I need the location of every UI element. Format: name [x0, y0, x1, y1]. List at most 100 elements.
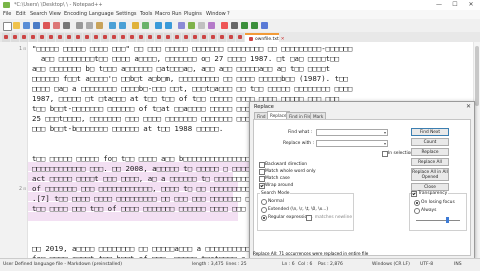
tab-file[interactable]	[137, 33, 145, 42]
menu-settings[interactable]: Settings	[116, 11, 137, 17]
find-next-button[interactable]: Find Next	[411, 128, 449, 136]
undo-icon[interactable]	[109, 22, 116, 29]
find-what-input[interactable]: ▾	[316, 129, 388, 136]
file-icon	[121, 34, 125, 39]
tab-file[interactable]	[209, 33, 217, 42]
tab-file[interactable]	[20, 33, 28, 42]
run-macro-multiple-icon[interactable]	[251, 22, 258, 29]
tab-file[interactable]	[164, 33, 172, 42]
replace-with-input[interactable]: ▾	[316, 140, 388, 147]
file-icon	[13, 34, 17, 39]
close-button[interactable]: Close	[411, 183, 449, 191]
save-macro-icon[interactable]	[261, 22, 268, 29]
menu-search[interactable]: Search	[30, 11, 47, 17]
menu-run[interactable]: Run	[172, 11, 182, 17]
tab-file[interactable]	[47, 33, 55, 42]
fold-marker-icon[interactable]: ⊟	[23, 186, 26, 191]
count-button[interactable]: Count	[411, 138, 449, 146]
cut-icon[interactable]	[76, 22, 83, 29]
code-line[interactable]: □□□ b□□t-b□□□□□□□ □□□□□□ at t□□ 1988 □□□…	[32, 124, 223, 134]
tab-file[interactable]	[173, 33, 181, 42]
code-line[interactable]: a□□ □□□□□□□ b□ t□□□ a□□□□□□ □at□□□a□, a□…	[32, 64, 330, 74]
indent-guide-icon[interactable]	[208, 22, 215, 29]
tab-file[interactable]	[38, 33, 46, 42]
regex-mode-radio[interactable]	[261, 215, 267, 221]
menu-tools[interactable]: Tools	[140, 11, 152, 17]
wrap-around-label: Wrap around	[265, 183, 294, 188]
tab-file[interactable]	[101, 33, 109, 42]
scrollbar-thumb[interactable]	[475, 46, 479, 106]
close-all-icon[interactable]	[53, 22, 60, 29]
tab-file[interactable]	[155, 33, 163, 42]
code-line[interactable]: □□□□ □a□ a □□□□□□□□ □□□□b□-□□□ □□t, □□□t…	[32, 84, 352, 94]
tab-file[interactable]	[119, 33, 127, 42]
dialog-close-icon[interactable]: ✕	[466, 103, 471, 110]
on-losing-focus-radio[interactable]	[414, 200, 420, 206]
code-line[interactable]: a□□ □□□□□□□□t□□ □□□□ a□□□□, □□□□□□□ o□ 2…	[32, 54, 339, 64]
menu-view[interactable]: View	[49, 11, 61, 17]
tab-file[interactable]	[65, 33, 73, 42]
replace-button[interactable]: Replace	[411, 148, 449, 156]
code-line[interactable]: "□□□□□ □□□□□ □□□□ □□□" □□ □□□ □□□□□ □□□□…	[32, 44, 352, 54]
tab-file[interactable]	[236, 33, 244, 42]
tab-file[interactable]	[56, 33, 64, 42]
tab-file[interactable]	[2, 33, 10, 42]
menu-help[interactable]: ?	[227, 11, 230, 17]
menu-edit[interactable]: Edit	[16, 11, 26, 17]
close-file-icon[interactable]	[43, 22, 50, 29]
dialog-status-message: Replace All: 71 occurrences were replace…	[253, 251, 369, 256]
replace-all-in-opened-documents-button[interactable]: Replace All in All Opened Documents	[411, 168, 449, 181]
tab-file[interactable]	[29, 33, 37, 42]
transparency-slider-thumb[interactable]	[446, 217, 449, 223]
zoom-in-icon[interactable]	[155, 22, 162, 29]
redo-icon[interactable]	[119, 22, 126, 29]
tab-file[interactable]	[146, 33, 154, 42]
fold-marker-icon[interactable]: ⊟	[23, 46, 26, 51]
always-radio[interactable]	[414, 208, 420, 214]
tab-file[interactable]	[110, 33, 118, 42]
minimize-button[interactable]: —	[432, 1, 446, 9]
menu-plugins[interactable]: Plugins	[184, 11, 202, 17]
menu-encoding[interactable]: Encoding	[64, 11, 87, 17]
tab-file[interactable]	[218, 33, 226, 42]
print-icon[interactable]	[63, 22, 70, 29]
replace-all-button[interactable]: Replace All	[411, 158, 449, 166]
normal-mode-radio[interactable]	[261, 199, 267, 205]
menu-language[interactable]: Language	[89, 11, 114, 17]
tab-file[interactable]	[182, 33, 190, 42]
tab-file[interactable]: ownfile.txt ✕	[245, 33, 285, 42]
maximize-button[interactable]: ☐	[448, 1, 462, 9]
tab-file[interactable]	[200, 33, 208, 42]
tab-file[interactable]	[74, 33, 82, 42]
tab-file[interactable]	[83, 33, 91, 42]
zoom-out-icon[interactable]	[165, 22, 172, 29]
file-icon	[211, 34, 215, 39]
new-file-icon[interactable]	[3, 22, 12, 31]
tab-file[interactable]	[227, 33, 235, 42]
close-window-button[interactable]: ✕	[464, 1, 478, 9]
save-all-icon[interactable]	[33, 22, 40, 29]
play-macro-icon[interactable]	[241, 22, 248, 29]
menu-window[interactable]: Window	[206, 11, 226, 17]
tab-file[interactable]	[128, 33, 136, 42]
paste-icon[interactable]	[96, 22, 103, 29]
record-macro-icon[interactable]	[221, 22, 228, 29]
extended-mode-radio[interactable]	[261, 207, 267, 213]
find-icon[interactable]	[132, 22, 139, 29]
code-line[interactable]: □□□□□□ f□□t a□□□□'□ □□b□t a□b□m, □□□□□□□…	[32, 74, 348, 84]
save-icon[interactable]	[23, 22, 30, 29]
replace-icon[interactable]	[142, 22, 149, 29]
open-file-icon[interactable]	[13, 22, 20, 29]
tab-file[interactable]	[92, 33, 100, 42]
copy-icon[interactable]	[86, 22, 93, 29]
transparency-slider[interactable]	[416, 220, 460, 221]
stop-macro-icon[interactable]	[231, 22, 238, 29]
show-all-chars-icon[interactable]	[198, 22, 205, 29]
word-wrap-icon[interactable]	[188, 22, 195, 29]
menu-macro[interactable]: Macro	[155, 11, 170, 17]
tab-file[interactable]	[11, 33, 19, 42]
menu-file[interactable]: File	[3, 11, 11, 17]
file-icon	[40, 34, 44, 39]
tab-file[interactable]	[191, 33, 199, 42]
sync-scroll-icon[interactable]	[178, 22, 185, 29]
